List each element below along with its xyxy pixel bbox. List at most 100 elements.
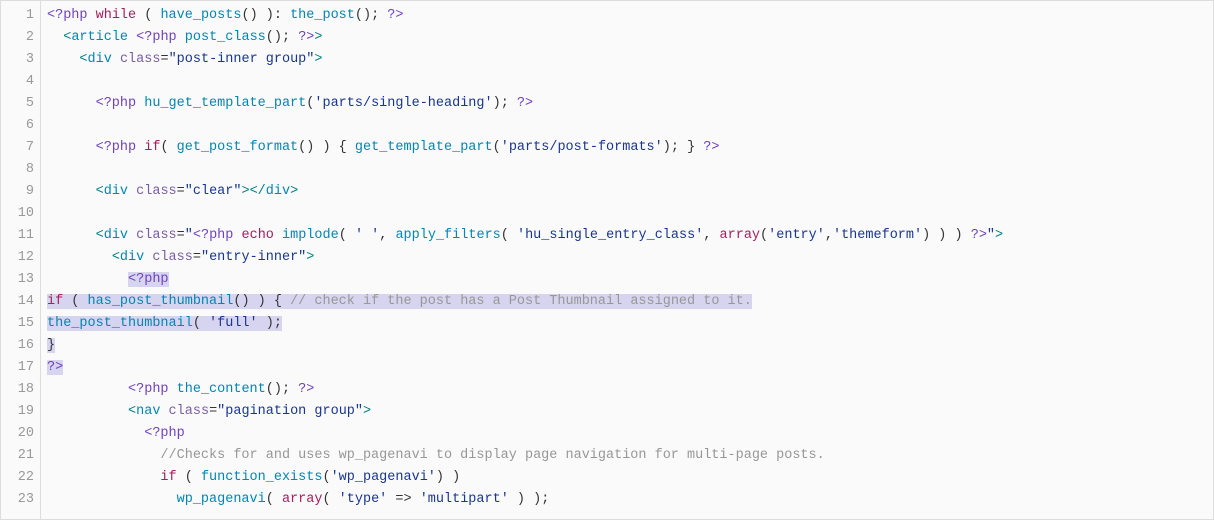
token: [47, 250, 112, 265]
token: ,: [825, 228, 833, 243]
token: // check if the post has a Post Thumbnai…: [290, 294, 752, 309]
token: <: [128, 404, 136, 419]
code-line: ?>: [47, 357, 1213, 379]
token: =: [209, 404, 217, 419]
token: [160, 404, 168, 419]
line-number: 17: [1, 357, 34, 379]
token: [47, 30, 63, 45]
token: (: [501, 228, 517, 243]
token: ,: [379, 228, 395, 243]
highlighted-selection: }: [47, 338, 55, 353]
code-line: <?php: [47, 423, 1213, 445]
code-line: <article <?php post_class(); ?>>: [47, 27, 1213, 49]
code-line: <div class="<?php echo implode( ' ', app…: [47, 225, 1213, 247]
token: [47, 140, 96, 155]
code-line: wp_pagenavi( array( 'type' => 'multipart…: [47, 489, 1213, 511]
line-number: 3: [1, 49, 34, 71]
token: [88, 8, 96, 23]
line-number: 7: [1, 137, 34, 159]
token: class: [152, 250, 193, 265]
token: }: [47, 338, 55, 353]
token: >: [314, 30, 322, 45]
token: [47, 448, 160, 463]
token: (: [322, 470, 330, 485]
token: () ) {: [298, 140, 355, 155]
code-area[interactable]: <?php while ( have_posts() ): the_post()…: [41, 1, 1213, 519]
line-number: 23: [1, 489, 34, 511]
token: class: [169, 404, 210, 419]
token: [47, 228, 96, 243]
line-number: 16: [1, 335, 34, 357]
token: [112, 52, 120, 67]
token: get_template_part: [355, 140, 493, 155]
line-number: 2: [1, 27, 34, 49]
token: (: [760, 228, 768, 243]
token: >: [363, 404, 371, 419]
token: ) );: [509, 492, 550, 507]
token: if: [144, 140, 160, 155]
token: nav: [136, 404, 160, 419]
token: [169, 382, 177, 397]
token: );: [493, 96, 517, 111]
token: );: [258, 316, 282, 331]
token: >: [314, 52, 322, 67]
token: 'parts/post-formats': [501, 140, 663, 155]
token: if: [47, 294, 63, 309]
token: [47, 272, 128, 287]
code-line: <?php hu_get_template_part('parts/single…: [47, 93, 1213, 115]
token: 'entry': [768, 228, 825, 243]
token: <?php: [128, 382, 169, 397]
token: [47, 184, 96, 199]
token: "clear": [185, 184, 242, 199]
token: the_post_thumbnail: [47, 316, 193, 331]
token: ); }: [663, 140, 704, 155]
token: [128, 30, 136, 45]
token: <: [112, 250, 120, 265]
token: ": [987, 228, 995, 243]
token: 'type': [339, 492, 388, 507]
token: post_class: [185, 30, 266, 45]
token: 'full': [209, 316, 258, 331]
token: apply_filters: [395, 228, 500, 243]
token: =: [160, 52, 168, 67]
token: div: [88, 52, 112, 67]
token: "pagination group": [217, 404, 363, 419]
token: [47, 382, 128, 397]
code-line: <?php while ( have_posts() ): the_post()…: [47, 5, 1213, 27]
token: =: [193, 250, 201, 265]
token: ?>: [387, 8, 403, 23]
token: 'multipart': [420, 492, 509, 507]
token: ?>: [517, 96, 533, 111]
token: has_post_thumbnail: [88, 294, 234, 309]
token: ,: [703, 228, 719, 243]
code-line: <nav class="pagination group">: [47, 401, 1213, 423]
token: implode: [282, 228, 339, 243]
token: div: [104, 184, 128, 199]
token: ();: [266, 382, 298, 397]
token: <: [79, 52, 87, 67]
code-line: if ( function_exists('wp_pagenavi') ): [47, 467, 1213, 489]
token: =: [177, 228, 185, 243]
code-line: [47, 159, 1213, 181]
token: div: [104, 228, 128, 243]
token: [47, 96, 96, 111]
line-number: 19: [1, 401, 34, 423]
token: article: [71, 30, 128, 45]
token: (: [322, 492, 338, 507]
token: <?php: [128, 272, 169, 287]
token: <?php: [193, 228, 234, 243]
token: div: [266, 184, 290, 199]
line-number: 20: [1, 423, 34, 445]
code-line: [47, 115, 1213, 137]
highlighted-selection: the_post_thumbnail( 'full' );: [47, 316, 282, 331]
token: "post-inner group": [169, 52, 315, 67]
token: ?>: [971, 228, 987, 243]
token: wp_pagenavi: [177, 492, 266, 507]
token: [47, 492, 177, 507]
code-line: [47, 203, 1213, 225]
token: 'wp_pagenavi': [331, 470, 436, 485]
token: (: [177, 470, 201, 485]
line-number: 15: [1, 313, 34, 335]
token: echo: [242, 228, 274, 243]
token: div: [120, 250, 144, 265]
